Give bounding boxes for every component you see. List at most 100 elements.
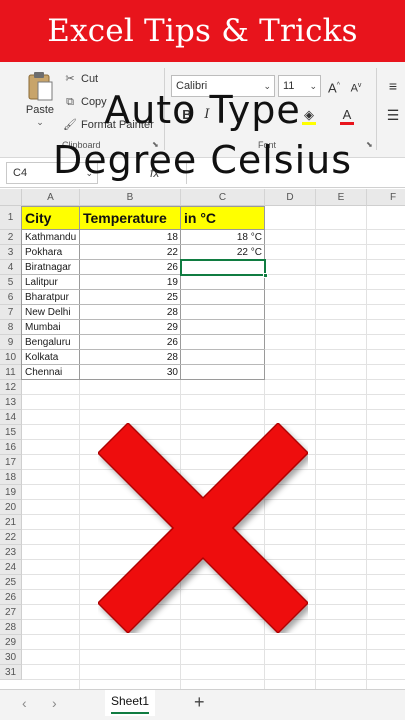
temperature-cell[interactable]: 26 <box>80 335 181 350</box>
temperature-cell[interactable]: 30 <box>80 365 181 380</box>
chevron-left-icon[interactable]: ‹ <box>22 695 27 711</box>
fill-handle[interactable] <box>263 273 268 278</box>
unit-cell[interactable] <box>181 305 265 320</box>
column-header-b[interactable]: B <box>80 189 181 206</box>
column-header-a[interactable]: A <box>22 189 80 206</box>
column-header-c[interactable]: C <box>181 189 265 206</box>
banner-title: Excel Tips & Tricks <box>0 0 405 62</box>
city-cell[interactable]: Bharatpur <box>22 290 80 305</box>
grid-line <box>22 634 405 635</box>
row-header[interactable]: 28 <box>0 620 22 635</box>
row-header[interactable]: 26 <box>0 590 22 605</box>
overlay-title-line2: Degree Celsius <box>52 138 353 182</box>
row-header[interactable]: 17 <box>0 455 22 470</box>
table-border <box>22 289 265 290</box>
unit-cell[interactable] <box>181 290 265 305</box>
row-header[interactable]: 2 <box>0 230 22 245</box>
row-header[interactable]: 22 <box>0 530 22 545</box>
row-header[interactable]: 23 <box>0 545 22 560</box>
row-header[interactable]: 20 <box>0 500 22 515</box>
header-cell-city[interactable]: City <box>22 207 80 230</box>
table-border <box>180 206 181 380</box>
row-header[interactable]: 9 <box>0 335 22 350</box>
row-header[interactable]: 12 <box>0 380 22 395</box>
city-cell[interactable]: Chennai <box>22 365 80 380</box>
temperature-cell[interactable]: 22 <box>80 245 181 260</box>
grid-line <box>315 206 316 689</box>
row-header[interactable]: 21 <box>0 515 22 530</box>
row-header[interactable]: 8 <box>0 320 22 335</box>
column-header-e[interactable]: E <box>316 189 367 206</box>
row-header[interactable]: 3 <box>0 245 22 260</box>
scissors-icon: ✂ <box>65 73 75 85</box>
chevron-right-icon[interactable]: › <box>52 695 57 711</box>
grid-line <box>22 679 405 680</box>
city-cell[interactable]: Kathmandu <box>22 230 80 245</box>
sheet-tab-bar: ‹ › Sheet1 + <box>0 689 405 720</box>
row-header[interactable]: 25 <box>0 575 22 590</box>
select-all-corner[interactable] <box>0 189 22 206</box>
table-border <box>22 319 265 320</box>
row-header[interactable]: 4 <box>0 260 22 275</box>
row-header[interactable]: 6 <box>0 290 22 305</box>
tab-sheet1[interactable]: Sheet1 <box>105 690 155 716</box>
row-header[interactable]: 19 <box>0 485 22 500</box>
row-header[interactable]: 10 <box>0 350 22 365</box>
row-header[interactable]: 13 <box>0 395 22 410</box>
column-header-d[interactable]: D <box>265 189 316 206</box>
grid-line <box>22 649 405 650</box>
row-header[interactable]: 27 <box>0 605 22 620</box>
city-cell[interactable]: New Delhi <box>22 305 80 320</box>
temperature-cell[interactable]: 28 <box>80 350 181 365</box>
city-cell[interactable]: Kolkata <box>22 350 80 365</box>
cut-button[interactable]: ✂ Cut <box>62 70 98 88</box>
table-border <box>79 206 80 380</box>
row-header[interactable]: 15 <box>0 425 22 440</box>
city-cell[interactable]: Mumbai <box>22 320 80 335</box>
overlay-title-line1: Auto Type <box>104 88 301 132</box>
temperature-cell[interactable]: 19 <box>80 275 181 290</box>
table-border <box>22 334 265 335</box>
table-border <box>22 304 265 305</box>
row-header[interactable]: 30 <box>0 650 22 665</box>
grid-line <box>22 409 405 410</box>
header-cell-unit[interactable]: in °C <box>181 207 265 230</box>
header-cell-temperature[interactable]: Temperature <box>80 207 181 230</box>
row-header[interactable]: 16 <box>0 440 22 455</box>
cut-label: Cut <box>81 73 99 85</box>
temperature-cell[interactable]: 25 <box>80 290 181 305</box>
temperature-cell[interactable]: 26 <box>80 260 181 275</box>
unit-cell[interactable] <box>181 320 265 335</box>
grid-line <box>22 394 405 395</box>
row-header[interactable]: 11 <box>0 365 22 380</box>
unit-cell[interactable] <box>181 350 265 365</box>
row-header[interactable]: 18 <box>0 470 22 485</box>
unit-cell[interactable] <box>181 365 265 380</box>
temperature-cell[interactable]: 18 <box>80 230 181 245</box>
column-header-f[interactable]: F <box>367 189 405 206</box>
unit-cell[interactable] <box>181 275 265 290</box>
city-cell[interactable]: Biratnagar <box>22 260 80 275</box>
active-cell-selection[interactable] <box>180 259 268 278</box>
unit-cell[interactable]: 22 °C <box>181 245 265 260</box>
add-sheet-icon[interactable]: + <box>194 692 205 713</box>
row-header[interactable]: 31 <box>0 665 22 680</box>
unit-cell[interactable] <box>181 335 265 350</box>
city-cell[interactable]: Bengaluru <box>22 335 80 350</box>
grid-line <box>366 206 367 689</box>
table-border <box>22 364 265 365</box>
row-header[interactable]: 14 <box>0 410 22 425</box>
table-border <box>22 349 265 350</box>
city-cell[interactable]: Pokhara <box>22 245 80 260</box>
temperature-cell[interactable]: 28 <box>80 305 181 320</box>
city-cell[interactable]: Lalitpur <box>22 275 80 290</box>
row-header[interactable]: 7 <box>0 305 22 320</box>
red-cross-icon <box>98 423 308 633</box>
row-header[interactable]: 1 <box>0 206 22 230</box>
unit-cell[interactable]: 18 °C <box>181 230 265 245</box>
row-header[interactable]: 5 <box>0 275 22 290</box>
temperature-cell[interactable]: 29 <box>80 320 181 335</box>
table-border <box>22 244 265 245</box>
row-header[interactable]: 29 <box>0 635 22 650</box>
row-header[interactable]: 24 <box>0 560 22 575</box>
